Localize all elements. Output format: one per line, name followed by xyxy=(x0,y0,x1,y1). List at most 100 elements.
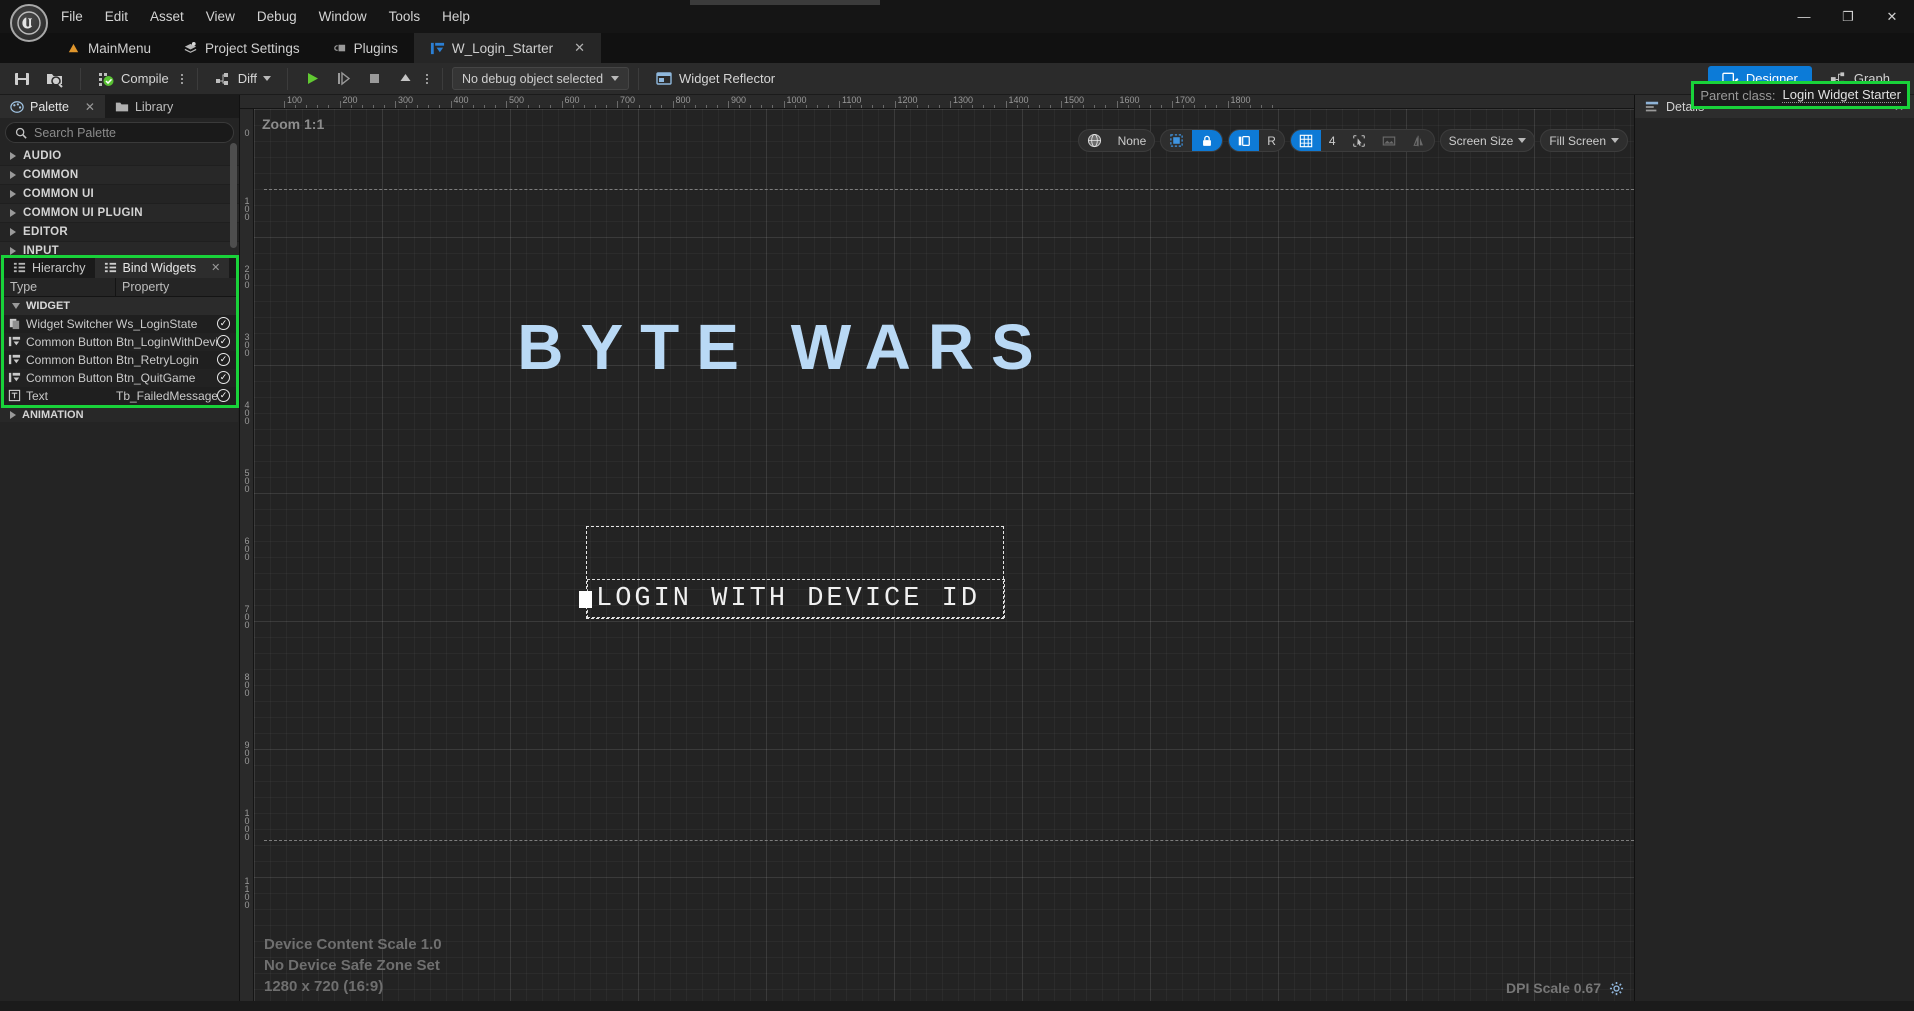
ruler-tick-mark xyxy=(506,101,507,108)
lock-icon[interactable] xyxy=(1192,130,1223,151)
login-with-device-id-button[interactable]: LOGIN WITH DEVICE ID xyxy=(579,579,1005,618)
column-header-type[interactable]: Type xyxy=(4,277,116,297)
compile-button[interactable]: Compile xyxy=(90,66,176,91)
group-label: WIDGET xyxy=(26,299,70,312)
search-palette-input[interactable] xyxy=(34,125,224,140)
login-button-container[interactable]: LOGIN WITH DEVICE ID xyxy=(579,526,1005,619)
palette-category-audio[interactable]: AUDIO xyxy=(0,147,239,166)
tab-palette[interactable]: Palette ✕ xyxy=(0,95,105,118)
close-icon[interactable]: ✕ xyxy=(211,261,220,274)
vertical-ruler[interactable]: 0 1 0 0 2 0 0 3 0 0 4 0 0 5 0 0 6 0 0 7 0 0 8 0 … xyxy=(240,109,254,1001)
row-type: Common Button Ba xyxy=(26,370,116,385)
menu-item-view[interactable]: View xyxy=(195,5,246,28)
selection-handle[interactable] xyxy=(579,591,592,608)
palette-scrollbar[interactable] xyxy=(230,143,237,248)
bound-check-icon[interactable]: ✓ xyxy=(217,317,230,331)
palette-category-common-ui-plugin[interactable]: COMMON UI PLUGIN xyxy=(0,204,239,223)
palette-category-common-ui[interactable]: COMMON UI xyxy=(0,185,239,204)
menu-item-file[interactable]: File xyxy=(50,5,94,28)
diff-button[interactable]: Diff xyxy=(207,66,278,91)
tab-mainmenu[interactable]: MainMenu xyxy=(50,33,167,63)
palette-category-editor[interactable]: EDITOR xyxy=(0,223,239,242)
settings-icon xyxy=(183,41,198,56)
close-icon[interactable]: ✕ xyxy=(574,40,585,56)
grid-icon[interactable] xyxy=(1290,130,1321,151)
category-label: COMMON xyxy=(23,169,79,181)
ruler-minor-tick xyxy=(683,105,685,108)
stop-button[interactable] xyxy=(359,66,390,91)
table-row[interactable]: Widget Switcher Ws_LoginState ✓ xyxy=(4,315,236,333)
tab-w-login-starter[interactable]: W_Login_Starter ✕ xyxy=(413,33,602,63)
image-snap-icon[interactable] xyxy=(1374,130,1404,151)
chevron-right-icon xyxy=(10,171,16,179)
fill-screen-select[interactable]: Fill Screen xyxy=(1541,130,1627,151)
row-property: Btn_RetryLogin xyxy=(116,352,199,367)
globe-icon[interactable] xyxy=(1079,130,1110,151)
window-drag-strip[interactable] xyxy=(690,0,880,5)
grid-size-value[interactable]: 4 xyxy=(1321,130,1344,151)
eject-button[interactable] xyxy=(390,66,421,91)
bound-check-icon[interactable]: ✓ xyxy=(217,389,230,403)
menu-item-edit[interactable]: Edit xyxy=(94,5,139,28)
gear-icon[interactable] xyxy=(1609,981,1624,996)
search-palette-box[interactable] xyxy=(5,122,234,143)
ruler-tick-mark xyxy=(1061,101,1062,108)
rotation-label[interactable]: R xyxy=(1259,130,1284,151)
fill-screen-label: Fill Screen xyxy=(1549,133,1606,148)
browse-content-button[interactable] xyxy=(38,66,71,91)
dpi-scale-control[interactable]: DPI Scale 0.67 xyxy=(1506,980,1624,996)
horizontal-ruler[interactable]: 100 200 300 400 500 600 700 800 900 1000 1100 1200 1… xyxy=(240,95,1634,109)
ruler-tick-label: 100 xyxy=(287,95,303,105)
snap-mode-label[interactable]: None xyxy=(1110,130,1155,151)
tab-hierarchy[interactable]: Hierarchy xyxy=(4,258,95,278)
animation-section-header[interactable]: ANIMATION xyxy=(0,408,238,422)
window-controls: — ❐ ✕ xyxy=(1782,0,1914,33)
layout-icon[interactable] xyxy=(1229,130,1260,151)
table-row[interactable]: Common Button Ba Btn_RetryLogin ✓ xyxy=(4,351,236,369)
play-options-button[interactable] xyxy=(421,73,433,84)
stop-icon xyxy=(366,70,383,87)
asset-tab-strip: MainMenu Project Settings Plugins W_Logi… xyxy=(0,33,1914,63)
tab-library[interactable]: Library xyxy=(104,95,184,118)
menu-item-window[interactable]: Window xyxy=(308,5,378,28)
play-button[interactable] xyxy=(297,66,328,91)
ruler-minor-tick xyxy=(694,105,696,108)
bound-check-icon[interactable]: ✓ xyxy=(217,335,230,349)
hierarchy-icon xyxy=(13,261,26,274)
screen-size-select[interactable]: Screen Size xyxy=(1441,130,1535,151)
close-icon[interactable]: ✕ xyxy=(85,100,95,114)
maximize-button[interactable]: ❐ xyxy=(1826,0,1870,33)
bind-widgets-group-widget[interactable]: WIDGET xyxy=(4,297,236,315)
widget-reflector-button[interactable]: Widget Reflector xyxy=(648,66,782,91)
column-header-property[interactable]: Property xyxy=(116,278,236,297)
widget-canvas[interactable]: Zoom 1:1 BYTE WARS LOGIN WITH DEVICE ID xyxy=(254,109,1634,1001)
save-button[interactable] xyxy=(6,66,38,91)
debug-object-select[interactable]: No debug object selected xyxy=(451,67,630,90)
tab-plugins[interactable]: Plugins xyxy=(316,33,414,63)
ruler-minor-tick xyxy=(1127,105,1129,108)
bound-check-icon[interactable]: ✓ xyxy=(217,371,230,385)
menu-item-debug[interactable]: Debug xyxy=(246,5,308,28)
menu-item-asset[interactable]: Asset xyxy=(139,5,195,28)
cursor-snap-icon[interactable] xyxy=(1344,130,1374,151)
table-row[interactable]: Text Tb_FailedMessage ✓ xyxy=(4,387,236,405)
parent-class-link[interactable]: Login Widget Starter xyxy=(1782,87,1901,103)
step-button[interactable] xyxy=(328,66,359,91)
table-row[interactable]: Common Button Ba Btn_LoginWithDeviceId ✓ xyxy=(4,332,236,351)
menu-item-tools[interactable]: Tools xyxy=(378,5,432,28)
tab-project-settings[interactable]: Project Settings xyxy=(167,33,316,63)
menu-item-help[interactable]: Help xyxy=(431,5,481,28)
compile-options-button[interactable] xyxy=(176,73,188,84)
palette-panel-tabs: Palette ✕ Library xyxy=(0,95,239,118)
toolbar-separator xyxy=(196,67,198,90)
mirror-icon[interactable] xyxy=(1404,130,1434,151)
unreal-logo-icon[interactable] xyxy=(10,4,48,42)
close-window-button[interactable]: ✕ xyxy=(1870,0,1914,33)
table-row[interactable]: Common Button Ba Btn_QuitGame ✓ xyxy=(4,368,236,387)
selection-outline-icon[interactable] xyxy=(1161,130,1192,151)
bound-check-icon[interactable]: ✓ xyxy=(217,353,230,367)
details-icon xyxy=(1645,100,1659,114)
minimize-button[interactable]: — xyxy=(1782,0,1826,33)
tab-bind-widgets[interactable]: Bind Widgets ✕ xyxy=(94,258,230,278)
palette-category-common[interactable]: COMMON xyxy=(0,166,239,185)
